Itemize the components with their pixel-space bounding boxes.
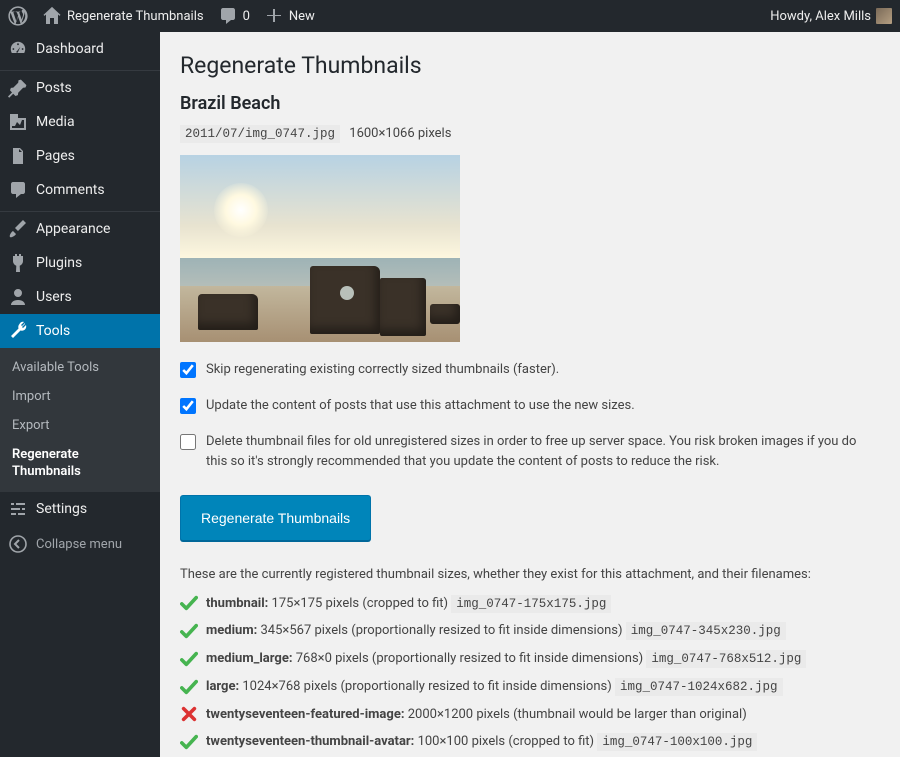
new-label: New (289, 9, 315, 24)
attachment-title: Brazil Beach (180, 93, 880, 114)
size-name: twentyseventeen-thumbnail-avatar: (206, 734, 414, 749)
size-text: medium: 345×567 pixels (proportionally r… (206, 621, 880, 641)
file-dimensions: 1600×1066 pixels (349, 126, 451, 141)
sidebar-item-media[interactable]: Media (0, 105, 160, 139)
sidebar-item-plugins[interactable]: Plugins (0, 246, 160, 280)
checkmark-icon (180, 594, 198, 612)
size-row: medium: 345×567 pixels (proportionally r… (180, 621, 880, 641)
sidebar-label: Tools (36, 323, 70, 339)
page-content: Regenerate Thumbnails Brazil Beach 2011/… (160, 32, 900, 757)
size-name: medium_large: (206, 651, 293, 666)
size-name: large: (206, 679, 239, 694)
checkbox-update-posts[interactable] (180, 398, 196, 414)
size-text: thumbnail: 175×175 pixels (cropped to fi… (206, 594, 880, 614)
checkmark-icon (180, 733, 198, 751)
sliders-icon (8, 499, 28, 519)
comments-link[interactable]: 0 (218, 6, 250, 26)
size-row: large: 1024×768 pixels (proportionally r… (180, 677, 880, 697)
collapse-menu[interactable]: Collapse menu (0, 526, 160, 562)
sidebar-item-comments[interactable]: Comments (0, 173, 160, 207)
sidebar-item-users[interactable]: Users (0, 280, 160, 314)
sidebar-item-posts[interactable]: Posts (0, 71, 160, 105)
attachment-preview (180, 155, 460, 342)
checkbox-update-label: Update the content of posts that use thi… (206, 396, 880, 416)
checkbox-skip-existing[interactable] (180, 362, 196, 378)
submenu-item-regenerate[interactable]: Regenerate Thumbnails (0, 441, 160, 487)
size-row: thumbnail: 175×175 pixels (cropped to fi… (180, 594, 880, 614)
sidebar-item-appearance[interactable]: Appearance (0, 212, 160, 246)
page-title: Regenerate Thumbnails (180, 52, 880, 79)
site-name: Regenerate Thumbnails (67, 9, 204, 24)
cross-icon (180, 705, 198, 723)
size-filename: img_0747-1024x682.jpg (615, 678, 783, 696)
size-text: medium_large: 768×0 pixels (proportional… (206, 649, 880, 669)
size-filename: img_0747-345x230.jpg (626, 622, 786, 640)
sizes-list: thumbnail: 175×175 pixels (cropped to fi… (180, 594, 880, 752)
collapse-label: Collapse menu (36, 537, 122, 552)
brush-icon (8, 219, 28, 239)
checkbox-delete-label: Delete thumbnail files for old unregiste… (206, 432, 880, 472)
comments-count: 0 (243, 9, 250, 24)
site-link[interactable]: Regenerate Thumbnails (42, 6, 204, 26)
sidebar-label: Pages (36, 148, 75, 164)
size-filename: img_0747-768x512.jpg (646, 650, 806, 668)
user-icon (8, 287, 28, 307)
checkmark-icon (180, 678, 198, 696)
sidebar-label: Settings (36, 501, 87, 517)
home-icon (42, 6, 62, 26)
comment-icon (218, 6, 238, 26)
size-text: twentyseventeen-featured-image: 2000×120… (206, 705, 880, 725)
size-name: twentyseventeen-featured-image: (206, 707, 405, 722)
sidebar-label: Users (36, 289, 72, 305)
sidebar-item-tools[interactable]: Tools (0, 314, 160, 348)
sidebar-label: Posts (36, 80, 72, 96)
file-info: 2011/07/img_0747.jpg 1600×1066 pixels (180, 126, 880, 141)
size-text: twentyseventeen-thumbnail-avatar: 100×10… (206, 732, 880, 752)
sidebar-label: Appearance (36, 221, 110, 237)
size-filename: img_0747-175x175.jpg (451, 595, 611, 613)
size-filename: img_0747-100x100.jpg (597, 733, 757, 751)
size-row: twentyseventeen-featured-image: 2000×120… (180, 705, 880, 725)
size-name: medium: (206, 623, 257, 638)
media-icon (8, 112, 28, 132)
account-link[interactable]: Howdy, Alex Mills (770, 8, 892, 24)
checkbox-delete-old[interactable] (180, 434, 196, 450)
sizes-intro: These are the currently registered thumb… (180, 567, 880, 582)
admin-sidebar: Dashboard Posts Media Pages Comments App… (0, 32, 160, 757)
comment-icon (8, 180, 28, 200)
sidebar-label: Comments (36, 182, 105, 198)
checkmark-icon (180, 650, 198, 668)
sidebar-label: Media (36, 114, 75, 130)
sidebar-label: Dashboard (36, 41, 104, 57)
avatar (876, 8, 892, 24)
size-name: thumbnail: (206, 596, 268, 611)
submenu-item-export[interactable]: Export (0, 412, 160, 441)
collapse-icon (8, 534, 28, 554)
wrench-icon (8, 321, 28, 341)
howdy-text: Howdy, Alex Mills (770, 9, 871, 24)
submenu-item-import[interactable]: Import (0, 383, 160, 412)
size-row: medium_large: 768×0 pixels (proportional… (180, 649, 880, 669)
checkbox-skip-label: Skip regenerating existing correctly siz… (206, 360, 880, 380)
dashboard-icon (8, 39, 28, 59)
file-path: 2011/07/img_0747.jpg (180, 125, 340, 143)
sidebar-item-dashboard[interactable]: Dashboard (0, 32, 160, 66)
plus-icon (264, 6, 284, 26)
tools-submenu: Available Tools Import Export Regenerate… (0, 348, 160, 492)
admin-bar: Regenerate Thumbnails 0 New Howdy, Alex … (0, 0, 900, 32)
pin-icon (8, 78, 28, 98)
regenerate-button[interactable]: Regenerate Thumbnails (180, 495, 371, 541)
submenu-item-available-tools[interactable]: Available Tools (0, 354, 160, 383)
new-link[interactable]: New (264, 6, 315, 26)
checkmark-icon (180, 622, 198, 640)
page-icon (8, 146, 28, 166)
sidebar-item-settings[interactable]: Settings (0, 492, 160, 526)
sidebar-label: Plugins (36, 255, 82, 271)
plug-icon (8, 253, 28, 273)
wordpress-logo-icon[interactable] (8, 6, 28, 26)
size-text: large: 1024×768 pixels (proportionally r… (206, 677, 880, 697)
size-row: twentyseventeen-thumbnail-avatar: 100×10… (180, 732, 880, 752)
sidebar-item-pages[interactable]: Pages (0, 139, 160, 173)
